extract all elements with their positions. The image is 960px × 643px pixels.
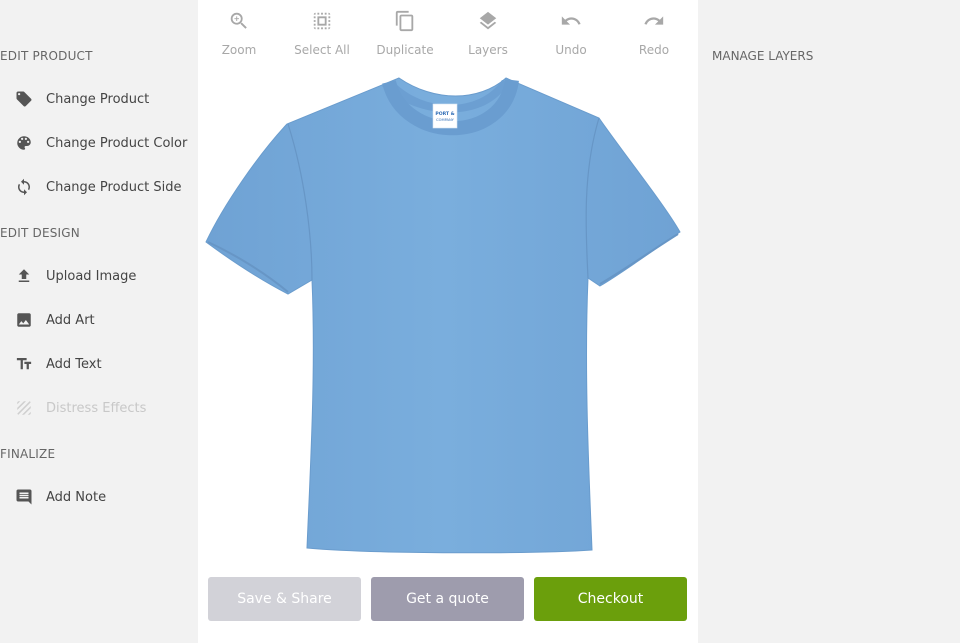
zoom-button[interactable]: Zoom [199,8,279,57]
redo-button[interactable]: Redo [614,8,694,57]
tool-label: Select All [294,43,350,57]
section-title-finalize: FINALIZE [0,447,56,461]
tool-label: Duplicate [376,43,434,57]
image-icon [15,311,33,329]
product-designer: EDIT PRODUCT Change Product Change Produ… [0,0,960,643]
menu-item-add-note[interactable]: Add Note [0,477,198,517]
section-title-edit-product: EDIT PRODUCT [0,49,93,63]
menu-item-change-product[interactable]: Change Product [0,79,198,119]
palette-icon [15,134,33,152]
checkout-button[interactable]: Checkout [534,577,687,621]
undo-icon [559,8,583,34]
menu-item-label: Change Product Side [46,179,182,195]
menu-item-change-product-side[interactable]: Change Product Side [0,167,198,207]
menu-item-label: Upload Image [46,268,137,284]
zoom-in-icon [227,8,251,34]
layers-panel-title: MANAGE LAYERS [712,49,814,63]
menu-item-label: Add Text [46,356,102,372]
layers-panel: MANAGE LAYERS [698,0,960,643]
tool-label: Zoom [221,43,257,57]
undo-button[interactable]: Undo [531,8,611,57]
layers-button[interactable]: Layers [448,8,528,57]
select-all-button[interactable]: Select All [282,8,362,57]
product-tshirt-image[interactable]: PORT & COMPANY [204,74,690,554]
menu-item-label: Distress Effects [46,400,147,416]
duplicate-icon [393,8,417,34]
tool-label: Layers [468,43,508,57]
neck-tag-text-1: PORT & [435,111,454,117]
menu-item-label: Add Art [46,312,95,328]
sidebar: EDIT PRODUCT Change Product Change Produ… [0,0,198,643]
tag-icon [15,90,33,108]
text-icon [15,355,33,373]
menu-item-label: Change Product Color [46,135,188,151]
upload-icon [15,267,33,285]
menu-item-label: Add Note [46,489,107,505]
comment-icon [15,488,33,506]
neck-tag-text-2: COMPANY [436,118,455,122]
rotate-icon [15,178,33,196]
toolbar: Zoom Select All Duplicate Layers Undo Re… [198,0,698,66]
section-title-edit-design: EDIT DESIGN [0,226,80,240]
redo-icon [642,8,666,34]
select-all-icon [310,8,334,34]
menu-item-label: Change Product [46,91,150,107]
menu-item-distress-effects: Distress Effects [0,388,198,428]
design-canvas: Zoom Select All Duplicate Layers Undo Re… [198,0,698,643]
menu-item-upload-image[interactable]: Upload Image [0,256,198,296]
menu-item-add-text[interactable]: Add Text [0,344,198,384]
save-share-button[interactable]: Save & Share [208,577,361,621]
layers-icon [476,8,500,34]
duplicate-button[interactable]: Duplicate [365,8,445,57]
menu-item-change-product-color[interactable]: Change Product Color [0,123,198,163]
tool-label: Undo [555,43,587,57]
menu-item-add-art[interactable]: Add Art [0,300,198,340]
tool-label: Redo [638,43,670,57]
texture-icon [15,399,33,417]
get-quote-button[interactable]: Get a quote [371,577,524,621]
